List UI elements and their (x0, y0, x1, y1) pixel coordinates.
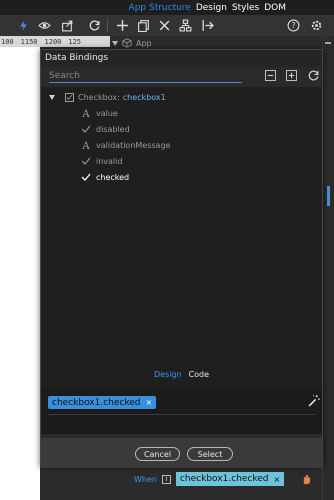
tree-item-label: validationMessage (96, 140, 171, 150)
refresh-icon[interactable] (87, 18, 102, 33)
ruler-tick: 125 (68, 37, 82, 46)
collapse-all-button[interactable] (265, 70, 276, 81)
add-icon[interactable] (115, 18, 130, 33)
lightning-icon[interactable] (16, 18, 31, 33)
ruler: 100 1150 1200 125 (0, 36, 110, 47)
tab-design[interactable]: Design (196, 3, 227, 13)
strip-mark (325, 42, 331, 44)
mode-tabs: Design Code (41, 366, 322, 382)
tree-item-value[interactable]: A value (80, 106, 118, 120)
check-type-icon (80, 124, 91, 135)
binding-tree: Checkbox: checkbox1 A value disabled A v… (41, 87, 322, 405)
dialog-footer: Cancel Select (41, 438, 322, 468)
dialog-title: Data Bindings (41, 50, 322, 67)
top-header: App Structure Design Styles DOM (0, 0, 334, 15)
when-binding-token[interactable]: checkbox1.checked × (175, 472, 285, 486)
copy-icon[interactable] (136, 18, 151, 33)
minus-icon (267, 74, 274, 77)
search-row (41, 67, 322, 87)
select-button[interactable]: Select (187, 447, 233, 461)
expression-underline (48, 414, 316, 415)
tree-item-label: disabled (96, 124, 130, 134)
search-input[interactable] (49, 69, 242, 83)
expression-editor[interactable]: checkbox1.checked × (41, 386, 322, 434)
check-type-icon (80, 156, 91, 167)
text-type-icon: A (80, 108, 91, 119)
hierarchy-icon[interactable] (178, 18, 193, 33)
tree-item-checked[interactable]: checked (80, 170, 129, 184)
expression-token-label: checkbox1.checked (52, 397, 141, 408)
tab-dom[interactable]: DOM (264, 3, 286, 13)
tree-item-disabled[interactable]: disabled (80, 122, 130, 136)
info-icon[interactable]: i (161, 474, 171, 484)
right-panel-strip (322, 36, 334, 500)
checkbox-type-icon (65, 92, 74, 102)
tree-item-invalid[interactable]: invalid (80, 154, 122, 168)
when-token-label: checkbox1.checked (179, 474, 269, 484)
settings-icon[interactable] (309, 18, 324, 33)
check-type-icon (80, 172, 91, 183)
ruler-tick: 1200 (44, 37, 62, 46)
tab-app-structure[interactable]: App Structure (129, 3, 191, 13)
svg-text:A: A (81, 141, 90, 150)
ruler-tick: 1150 (20, 37, 38, 46)
when-label: When (134, 474, 157, 484)
ruler-tick: 100 (1, 37, 14, 46)
tree-root-checkbox1[interactable]: Checkbox: checkbox1 (49, 90, 166, 104)
cancel-button[interactable]: Cancel (135, 447, 180, 461)
toolbar-divider (107, 19, 108, 32)
app-tree-node[interactable]: App (112, 37, 152, 49)
text-type-icon: A (80, 140, 91, 151)
share-icon[interactable] (60, 18, 75, 33)
tree-item-label: invalid (96, 156, 123, 166)
help-icon[interactable]: ? (286, 18, 301, 33)
expand-triangle-icon[interactable] (49, 94, 55, 100)
when-condition-row: When i checkbox1.checked × (134, 470, 312, 488)
data-bindings-dialog: Data Bindings Checkbox: checkbox1 A valu… (40, 49, 323, 468)
svg-text:A: A (81, 109, 90, 118)
remove-token-button[interactable]: × (145, 398, 152, 407)
collapse-triangle-icon[interactable] (112, 40, 118, 46)
eye-icon[interactable] (37, 18, 52, 33)
tree-item-validation-message[interactable]: A validationMessage (80, 138, 171, 152)
expand-all-button[interactable] (286, 70, 297, 81)
tree-item-label: value (96, 108, 118, 118)
tree-item-label: checked (96, 172, 130, 182)
tab-design-mode[interactable]: Design (154, 370, 182, 379)
hand-pointer-icon[interactable] (300, 473, 312, 485)
remove-when-token-button[interactable]: × (273, 475, 280, 484)
plus-icon (288, 72, 295, 79)
app-node-label: App (136, 38, 152, 48)
root-type-label: Checkbox: (78, 92, 120, 102)
magic-wand-icon[interactable] (307, 394, 320, 407)
root-name-label: checkbox1 (122, 92, 166, 102)
tab-styles[interactable]: Styles (232, 3, 259, 13)
refresh-icon[interactable] (307, 69, 320, 82)
svg-text:?: ? (291, 21, 295, 30)
scroll-indicator[interactable] (327, 186, 330, 206)
tab-code-mode[interactable]: Code (189, 370, 209, 379)
design-canvas[interactable] (0, 47, 40, 500)
delete-icon[interactable] (157, 18, 172, 33)
cube-icon (122, 38, 132, 48)
exit-icon[interactable] (200, 18, 215, 33)
expression-token[interactable]: checkbox1.checked × (48, 396, 157, 409)
toolbar: ? (0, 15, 334, 36)
